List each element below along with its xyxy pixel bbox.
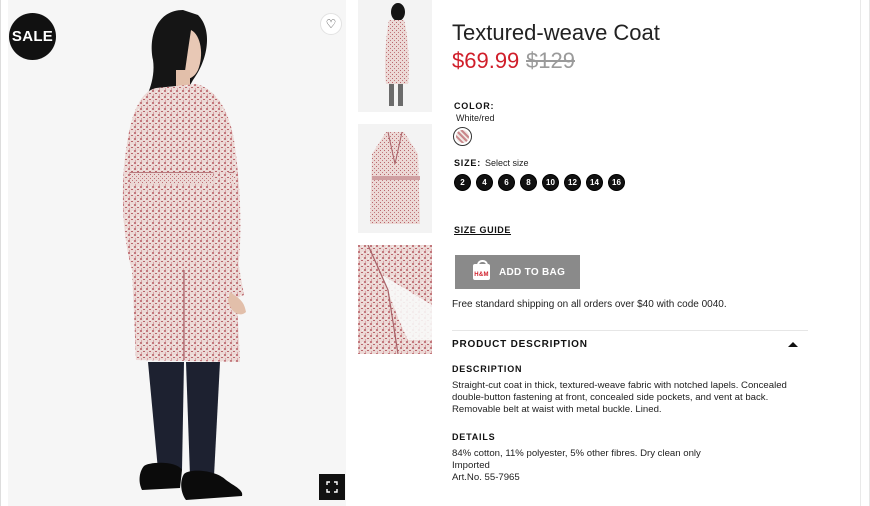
product-title: Textured-weave Coat <box>452 20 660 45</box>
swatch-pattern <box>456 130 469 143</box>
expand-icon <box>326 481 338 493</box>
model-photo <box>8 0 346 506</box>
size-label: SIZE: <box>454 158 482 168</box>
thumbnail-image <box>358 0 432 112</box>
size-option-8[interactable]: 8 <box>520 174 537 191</box>
size-option-2[interactable]: 2 <box>454 174 471 191</box>
size-option-6[interactable]: 6 <box>498 174 515 191</box>
details-line: Art.No. 55-7965 <box>452 472 520 483</box>
shopping-bag-icon: H&M <box>473 260 490 280</box>
thumbnail-2[interactable] <box>358 124 432 233</box>
sale-badge: SALE <box>9 13 56 60</box>
caret-up-icon <box>788 342 798 347</box>
color-value: White/red <box>456 113 495 123</box>
details-line: 84% cotton, 11% polyester, 5% other fibr… <box>452 448 701 459</box>
size-guide-link[interactable]: SIZE GUIDE <box>454 225 511 235</box>
page-edge <box>860 0 861 506</box>
fullscreen-button[interactable] <box>319 474 345 500</box>
color-swatch-white-red[interactable] <box>453 127 472 146</box>
size-option-16[interactable]: 16 <box>608 174 625 191</box>
product-description-title: PRODUCT DESCRIPTION <box>452 339 588 350</box>
add-to-bag-button[interactable]: H&M ADD TO BAG <box>455 255 580 289</box>
size-row: SIZE: Select size <box>454 158 529 168</box>
thumbnail-image <box>358 245 432 354</box>
size-option-4[interactable]: 4 <box>476 174 493 191</box>
size-option-12[interactable]: 12 <box>564 174 581 191</box>
details-text: 84% cotton, 11% polyester, 5% other fibr… <box>452 448 802 484</box>
product-description-toggle[interactable]: PRODUCT DESCRIPTION <box>452 339 808 350</box>
size-options: 2 4 6 8 10 12 14 16 <box>454 174 625 191</box>
heart-icon: ♡ <box>325 17 337 31</box>
description-heading: DESCRIPTION <box>452 364 523 374</box>
thumbnail-3[interactable] <box>358 245 432 354</box>
details-heading: DETAILS <box>452 432 496 442</box>
original-price: $129 <box>526 48 575 73</box>
main-product-image[interactable]: SALE ♡ <box>8 0 346 506</box>
size-option-14[interactable]: 14 <box>586 174 603 191</box>
thumbnail-image <box>358 124 432 233</box>
shipping-note: Free standard shipping on all orders ove… <box>452 299 727 310</box>
sale-price: $69.99 <box>452 48 520 73</box>
size-value: Select size <box>485 158 529 168</box>
color-label: COLOR: <box>454 101 495 111</box>
favorite-button[interactable]: ♡ <box>320 13 342 35</box>
thumbnail-1[interactable] <box>358 0 432 112</box>
divider <box>452 330 808 331</box>
add-to-bag-label: ADD TO BAG <box>499 266 566 278</box>
details-line: Imported <box>452 460 490 471</box>
size-option-10[interactable]: 10 <box>542 174 559 191</box>
description-text: Straight-cut coat in thick, textured-wea… <box>452 380 787 415</box>
